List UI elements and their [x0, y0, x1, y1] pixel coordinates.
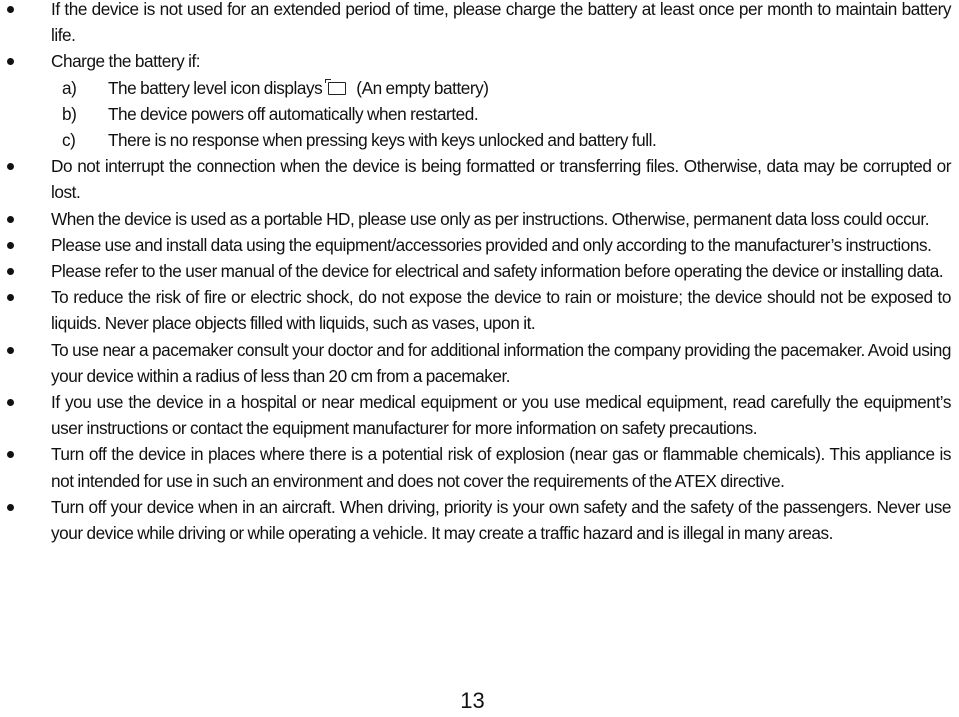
- list-item: To reduce the risk of fire or electric s…: [0, 284, 959, 336]
- list-item-text: Turn off the device in places where ther…: [51, 444, 951, 491]
- bullet-icon: [7, 215, 14, 223]
- safety-bullet-list: If the device is not used for an extende…: [0, 0, 959, 546]
- sub-list-marker: b): [62, 103, 77, 124]
- bullet-icon: [7, 451, 14, 459]
- sub-list-text: The device powers off automatically when…: [108, 103, 479, 124]
- bullet-icon: [7, 294, 14, 302]
- list-item-text: Please refer to the user manual of the d…: [51, 261, 944, 282]
- list-item-text: Turn off your device when in an aircraft…: [51, 496, 951, 544]
- list-item: When the device is used as a portable HD…: [0, 206, 959, 232]
- sub-list-item: b) The device powers off automatically w…: [0, 101, 959, 127]
- bullet-icon: [7, 399, 14, 407]
- bullet-icon: [7, 58, 14, 66]
- list-item-text: To use near a pacemaker consult your doc…: [51, 339, 951, 386]
- sub-list-marker: a): [62, 77, 77, 98]
- list-item: Please use and install data using the eq…: [0, 232, 959, 258]
- bullet-icon: [7, 241, 14, 249]
- list-item-text: If you use the device in a hospital or n…: [51, 392, 951, 439]
- sub-list-item: c) There is no response when pressing ke…: [0, 127, 959, 153]
- list-item-text: Charge the battery if:: [51, 51, 201, 72]
- sub-list-item: a) The battery level icon displays (An em…: [0, 75, 959, 101]
- bullet-icon: [7, 163, 14, 171]
- empty-battery-icon: [325, 78, 347, 95]
- sub-list-text-after: (An empty battery): [356, 77, 489, 98]
- list-item-text: When the device is used as a portable HD…: [51, 208, 930, 229]
- list-item: If you use the device in a hospital or n…: [0, 389, 959, 441]
- list-item: Please refer to the user manual of the d…: [0, 258, 959, 284]
- list-item-text: If the device is not used for an extende…: [51, 0, 951, 46]
- list-item-text: Do not interrupt the connection when the…: [51, 156, 951, 203]
- bullet-icon: [7, 346, 14, 354]
- sub-list-marker: c): [62, 130, 76, 151]
- manual-page: If the device is not used for an extende…: [0, 0, 959, 717]
- list-item: Turn off the device in places where ther…: [0, 441, 959, 493]
- list-item: If the device is not used for an extende…: [0, 0, 959, 48]
- list-item: Do not interrupt the connection when the…: [0, 153, 959, 205]
- bullet-icon: [7, 6, 14, 13]
- list-item-text: Please use and install data using the eq…: [51, 234, 932, 255]
- list-item: To use near a pacemaker consult your doc…: [0, 337, 959, 389]
- list-item-text: To reduce the risk of fire or electric s…: [51, 287, 951, 334]
- sub-list-text: There is no response when pressing keys …: [108, 130, 657, 151]
- page-number: 13: [460, 688, 485, 713]
- list-item: Turn off your device when in an aircraft…: [0, 494, 959, 546]
- bullet-icon: [7, 503, 14, 511]
- sub-list-text: The battery level icon displays: [108, 77, 323, 98]
- list-item: Charge the battery if:: [0, 48, 959, 74]
- bullet-icon: [7, 268, 14, 276]
